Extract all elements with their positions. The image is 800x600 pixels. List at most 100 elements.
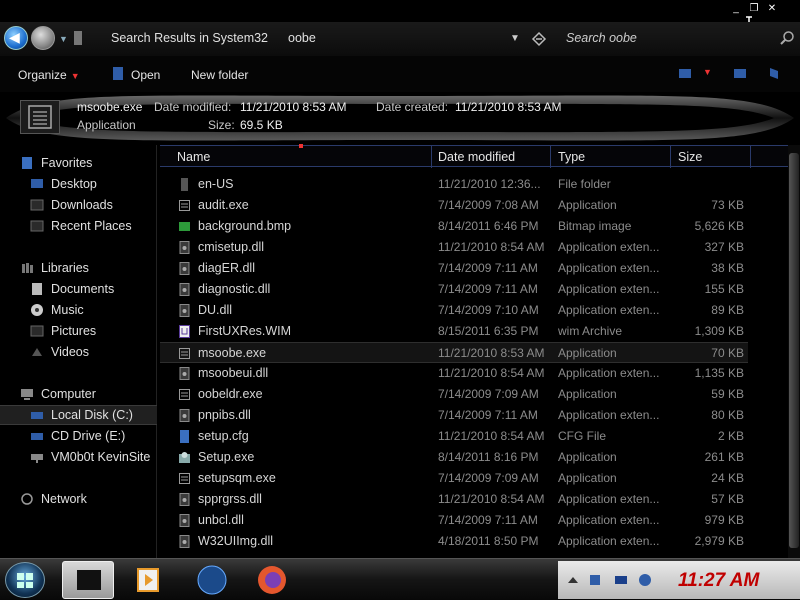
file-type: Application exten...: [558, 513, 660, 527]
nav-desktop[interactable]: Desktop: [0, 174, 157, 194]
nav-recent-places[interactable]: Recent Places: [0, 216, 157, 236]
file-row[interactable]: setupsqm.exe 7/14/2009 7:09 AM Application…: [160, 468, 748, 489]
back-button[interactable]: ◀: [4, 26, 28, 50]
start-button[interactable]: [5, 562, 45, 598]
file-type: Application: [558, 198, 617, 212]
nav-pictures[interactable]: Pictures: [0, 321, 157, 341]
display-tray-icon[interactable]: [614, 573, 628, 587]
nav-documents[interactable]: Documents: [0, 279, 157, 299]
nav-cd-drive[interactable]: CD Drive (E:): [0, 426, 157, 446]
file-row[interactable]: cmisetup.dll 11/21/2010 8:54 AM Applicatio…: [160, 237, 748, 258]
taskbar-globe-app[interactable]: [186, 561, 238, 599]
file-row[interactable]: audit.exe 7/14/2009 7:08 AM Application 73 …: [160, 195, 748, 216]
column-divider[interactable]: [431, 146, 432, 168]
taskbar-firefox[interactable]: [246, 561, 298, 599]
file-row[interactable]: oobeldr.exe 7/14/2009 7:09 AM Application 5…: [160, 384, 748, 405]
taskbar-explorer[interactable]: [62, 561, 114, 599]
file-row[interactable]: spprgrss.dll 11/21/2010 8:54 AM Applicatio…: [160, 489, 748, 510]
column-divider[interactable]: [550, 146, 551, 168]
file-date-modified: 11/21/2010 8:54 AM: [438, 240, 545, 254]
search-input[interactable]: Search oobe: [560, 28, 770, 50]
restore-button[interactable]: ❐: [748, 3, 760, 15]
nav-local-disk[interactable]: Local Disk (C:): [0, 405, 157, 425]
nav-libraries[interactable]: Libraries: [0, 258, 157, 278]
file-row[interactable]: FirstUXRes.WIM 8/15/2011 6:35 PM wim Archi…: [160, 321, 748, 342]
refresh-icon[interactable]: [530, 30, 548, 48]
column-name[interactable]: Name: [177, 150, 210, 164]
column-divider[interactable]: [750, 146, 751, 168]
hard-drive-icon: [31, 412, 43, 419]
exe-icon: [179, 200, 190, 211]
image-icon: [179, 222, 190, 231]
folder-icon: [74, 31, 82, 45]
file-row[interactable]: W32UIImg.dll 4/18/2011 8:50 PM Application…: [160, 531, 748, 552]
details-modified-label: Date modified:: [154, 100, 232, 114]
file-date-modified: 7/14/2009 7:11 AM: [438, 261, 538, 275]
file-row[interactable]: DU.dll 7/14/2009 7:10 AM Application exten…: [160, 300, 748, 321]
organize-button[interactable]: Organize ▼: [18, 68, 80, 82]
column-divider[interactable]: [670, 146, 671, 168]
details-filename: msoobe.exe: [77, 100, 143, 114]
breadcrumb-oobe[interactable]: oobe: [288, 31, 316, 45]
column-type[interactable]: Type: [558, 150, 585, 164]
details-size-value: 69.5 KB: [240, 118, 283, 132]
volume-icon[interactable]: [638, 573, 652, 587]
explorer-icon: [77, 570, 101, 590]
file-row[interactable]: diagER.dll 7/14/2009 7:11 AM Application e…: [160, 258, 748, 279]
nav-music[interactable]: Music: [0, 300, 157, 320]
clock[interactable]: 11:27 AM: [678, 570, 759, 592]
views-icon[interactable]: [678, 67, 692, 80]
file-row[interactable]: diagnostic.dll 7/14/2009 7:11 AM Applicati…: [160, 279, 748, 300]
minimize-button[interactable]: _: [730, 3, 742, 15]
scrollbar-thumb[interactable]: [789, 153, 799, 548]
file-row[interactable]: unbcl.dll 7/14/2009 7:11 AM Application ex…: [160, 510, 748, 531]
file-row[interactable]: setup.cfg 11/21/2010 8:54 AM CFG File 2 KB: [160, 426, 748, 447]
views-dropdown-icon[interactable]: ▼: [703, 67, 712, 77]
file-date-modified: 7/14/2009 7:11 AM: [438, 408, 538, 422]
network-tray-icon[interactable]: [588, 573, 602, 587]
open-button[interactable]: Open: [131, 68, 160, 82]
libraries-icon: [22, 263, 33, 273]
videos-icon: [32, 348, 42, 356]
application-icon: [28, 105, 52, 129]
nav-videos[interactable]: Videos: [0, 342, 157, 362]
nav-network[interactable]: Network: [0, 489, 157, 509]
forward-button[interactable]: [31, 26, 55, 50]
file-row[interactable]: Setup.exe 8/14/2011 8:16 PM Application 261…: [160, 447, 748, 468]
exe-icon: [179, 473, 190, 484]
taskbar-media-player[interactable]: [122, 561, 174, 599]
column-size[interactable]: Size: [678, 150, 702, 164]
close-button[interactable]: ✕: [766, 3, 778, 15]
dll-icon: [179, 304, 190, 317]
file-row[interactable]: pnpibs.dll 7/14/2009 7:11 AM Application e…: [160, 405, 748, 426]
address-bar: ◀ ▼ Search Results in System32 oobe ▼ Sea…: [0, 22, 800, 56]
file-size: 57 KB: [711, 492, 744, 506]
new-folder-button[interactable]: New folder: [191, 68, 248, 82]
history-dropdown-icon[interactable]: ▼: [59, 34, 68, 44]
file-row[interactable]: msoobeui.dll 11/21/2010 8:54 AM Applicatio…: [160, 363, 748, 384]
breadcrumb-search-results[interactable]: Search Results in System32: [111, 31, 268, 45]
file-name: setupsqm.exe: [198, 471, 276, 485]
vertical-scrollbar[interactable]: [788, 145, 800, 558]
help-icon[interactable]: [768, 67, 780, 80]
nav-downloads[interactable]: Downloads: [0, 195, 157, 215]
address-dropdown-icon[interactable]: ▼: [510, 33, 520, 44]
breadcrumb[interactable]: Search Results in System32 oobe: [111, 31, 316, 45]
window-controls: _ ❐ ✕: [730, 3, 778, 15]
file-row[interactable]: en-US 11/21/2010 12:36... File folder: [160, 174, 748, 195]
column-date-modified[interactable]: Date modified: [438, 150, 515, 164]
nav-vm-share[interactable]: VM0b0t KevinSite: [0, 447, 157, 467]
details-created-label: Date created:: [376, 100, 449, 114]
file-row[interactable]: msoobe.exe 11/21/2010 8:53 AM Application 7…: [160, 342, 748, 363]
nav-recent-places-label: Recent Places: [51, 219, 132, 233]
file-row[interactable]: background.bmp 8/14/2011 6:46 PM Bitmap im…: [160, 216, 748, 237]
file-name: oobeldr.exe: [198, 387, 263, 401]
nav-computer[interactable]: Computer: [0, 384, 157, 404]
preview-pane-icon[interactable]: [733, 67, 747, 80]
file-size: 979 KB: [704, 513, 744, 527]
show-hidden-icons-icon[interactable]: [566, 573, 580, 587]
file-size: 261 KB: [704, 450, 744, 464]
search-icon[interactable]: [779, 30, 795, 46]
nav-favorites[interactable]: Favorites: [0, 153, 157, 173]
file-name: W32UIImg.dll: [198, 534, 274, 548]
